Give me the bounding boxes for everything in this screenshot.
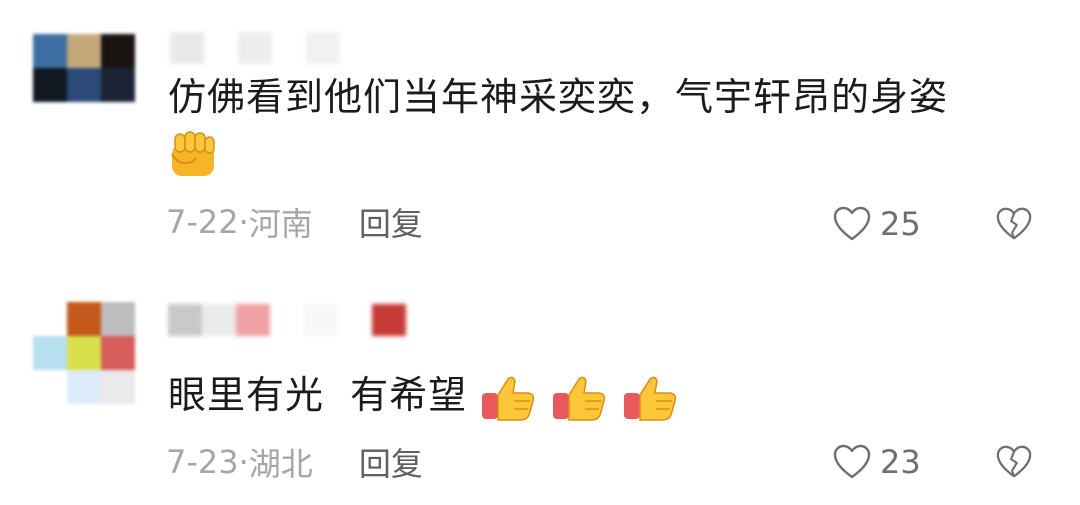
- comment-text: 仿佛看到他们当年神采奕奕，气宇轩昂的身姿: [168, 75, 949, 119]
- like-count: 23: [880, 443, 921, 481]
- like-button[interactable]: 25: [832, 202, 921, 246]
- comment-meta: 7-22 · 河南 回复: [166, 199, 423, 245]
- comment-location: 湖北: [248, 445, 313, 483]
- avatar[interactable]: [33, 302, 135, 404]
- meta-separator: ·: [238, 443, 249, 481]
- heart-outline-icon: [833, 444, 871, 479]
- broken-heart-icon[interactable]: [995, 442, 1033, 482]
- comment-meta: 7-23 · 湖北 回复: [166, 439, 423, 485]
- comment-item: 仿佛看到他们当年神采奕奕，气宇轩昂的身姿 7-22 · 河南 回复 25: [0, 0, 1080, 250]
- comment-content: 眼里有光 有希望: [168, 372, 1020, 423]
- comment-date: 7-22: [166, 203, 239, 241]
- avatar[interactable]: [33, 34, 135, 102]
- thumbs-up-emoji: [553, 376, 606, 421]
- comment-location: 河南: [248, 205, 313, 243]
- broken-heart-icon[interactable]: [995, 204, 1033, 244]
- reply-button[interactable]: 回复: [359, 199, 423, 245]
- thumbs-up-emoji: [624, 376, 677, 421]
- thumbs-up-emoji: [482, 376, 535, 421]
- meta-separator: ·: [238, 203, 249, 241]
- like-count: 25: [880, 205, 921, 243]
- comment-date: 7-23: [166, 443, 239, 481]
- username-blurred[interactable]: [170, 32, 340, 64]
- comment-text: 眼里有光 有希望: [168, 373, 468, 417]
- emoji-row: [166, 128, 220, 180]
- reply-button[interactable]: 回复: [359, 439, 423, 485]
- raised-fist-emoji: [171, 131, 215, 176]
- like-button[interactable]: 23: [832, 440, 921, 484]
- username-blurred[interactable]: [168, 304, 406, 336]
- heart-outline-icon: [833, 206, 871, 241]
- comment-item: 眼里有光 有希望 7-23 · 湖北 回复 23: [0, 250, 1080, 505]
